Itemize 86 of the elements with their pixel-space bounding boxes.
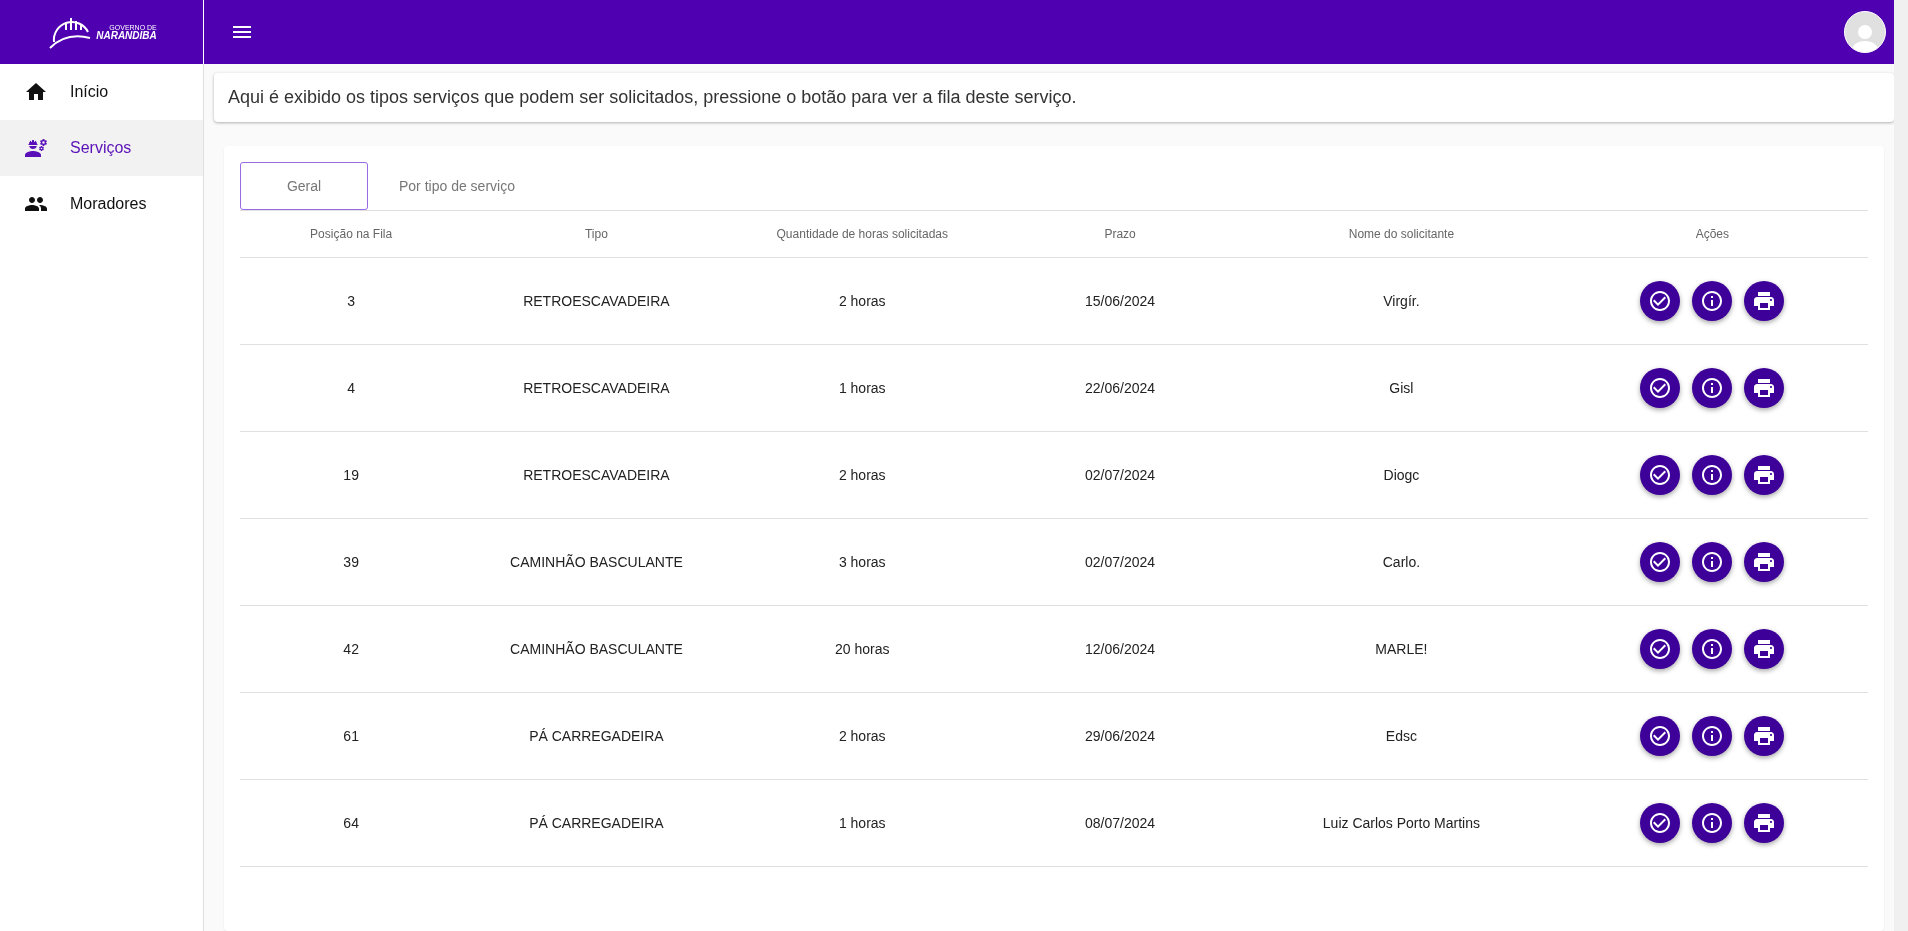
approve-button[interactable] (1640, 803, 1681, 843)
printer-icon (1752, 463, 1777, 487)
table-cell-text: Diogc (1382, 467, 1421, 483)
table-cell-text: 20 horas (834, 641, 891, 657)
table-cell-text: Edsc (1384, 728, 1418, 744)
logo-text: NARANDIBA (96, 30, 157, 41)
sidebar-label: Serviços (70, 139, 132, 157)
info-icon (1700, 376, 1725, 400)
table-cell-text: 29/06/2024 (1084, 728, 1157, 744)
table-cell-text: 1 horas (837, 815, 887, 831)
print-button[interactable] (1744, 455, 1785, 495)
table-cell-text: RETROESCAVADEIRA (522, 293, 671, 309)
table-cell-text: 61 (342, 728, 360, 744)
info-icon (1700, 724, 1725, 748)
approve-button[interactable] (1640, 629, 1681, 669)
scrollbar[interactable] (1894, 0, 1908, 931)
info-banner: Aqui é exibido os tipos serviços que podem ser solicitados, pressione o botão para ver a fila deste serviço. (214, 73, 1894, 122)
table-cell-text: 22/06/2024 (1084, 380, 1157, 396)
sidebar-label: Início (70, 83, 109, 101)
printer-icon (1752, 376, 1777, 400)
table-cell-text: 12/06/2024 (1084, 641, 1157, 657)
table-cell-text: RETROESCAVADEIRA (522, 380, 671, 396)
approve-button[interactable] (1640, 455, 1681, 495)
table-cell-text: 1 horas (837, 380, 887, 396)
info-icon (1700, 637, 1725, 661)
info-button[interactable] (1692, 542, 1733, 582)
table-cell-text: 2 horas (837, 293, 887, 309)
column-header: Posição na Fila (309, 227, 394, 241)
column-header: Quantidade de horas solicitadas (775, 227, 949, 241)
print-button[interactable] (1744, 629, 1785, 669)
info-icon (1700, 289, 1725, 313)
table-cell-text: MARLE! (1374, 641, 1429, 657)
table-cell-text: CAMINHÃO BASCULANTE (509, 641, 684, 657)
print-button[interactable] (1744, 542, 1785, 582)
table-cell-text: 3 (346, 293, 357, 309)
table-cell-text: 2 horas (837, 467, 887, 483)
table-cell-text: Carlo. (1381, 554, 1422, 570)
printer-icon (1752, 550, 1777, 574)
table-cell-text: CAMINHÃO BASCULANTE (509, 554, 684, 570)
column-header: Tipo (583, 227, 609, 241)
table-cell-text: 15/06/2024 (1084, 293, 1157, 309)
printer-icon (1752, 289, 1777, 313)
approve-button[interactable] (1640, 542, 1681, 582)
table-cell-text: PÁ CARREGADEIRA (528, 728, 665, 744)
table-cell-text: 39 (342, 554, 360, 570)
column-header: Prazo (1103, 227, 1137, 241)
info-button[interactable] (1692, 281, 1733, 321)
info-icon (1700, 550, 1725, 574)
approve-button[interactable] (1640, 716, 1681, 756)
table-cell-text: 19 (342, 467, 360, 483)
column-header: Nome do solicitante (1347, 227, 1456, 241)
tab[interactable]: Geral (240, 162, 368, 210)
print-button[interactable] (1744, 281, 1785, 321)
info-button[interactable] (1692, 716, 1733, 756)
column-header: Ações (1694, 227, 1730, 241)
table-cell-text: RETROESCAVADEIRA (522, 467, 671, 483)
info-button[interactable] (1692, 803, 1733, 843)
approve-button[interactable] (1640, 368, 1681, 408)
table-cell-text: 64 (342, 815, 360, 831)
table-cell-text: 42 (342, 641, 360, 657)
table-cell-text: Luiz Carlos Porto Martins (1321, 815, 1481, 831)
table-cell-text: Gisl (1388, 380, 1415, 396)
worker-icon (24, 136, 48, 160)
table-cell-text: 2 horas (837, 728, 887, 744)
printer-icon (1752, 811, 1777, 835)
printer-icon (1752, 724, 1777, 748)
print-button[interactable] (1744, 803, 1785, 843)
table-cell-text: Virgír. (1382, 293, 1421, 309)
table-cell-text: 02/07/2024 (1084, 467, 1157, 483)
table-cell-text: 4 (346, 380, 357, 396)
sidebar-item[interactable]: Serviços (0, 120, 203, 176)
sidebar-label: Moradores (70, 195, 147, 213)
info-button[interactable] (1692, 368, 1733, 408)
avatar[interactable] (1844, 11, 1886, 53)
table-cell-text: 08/07/2024 (1084, 815, 1157, 831)
printer-icon (1752, 637, 1777, 661)
info-button[interactable] (1692, 629, 1733, 669)
table-cell-text: PÁ CARREGADEIRA (528, 815, 665, 831)
info-icon (1700, 463, 1725, 487)
info-icon (1700, 811, 1725, 835)
table-cell-text: 02/07/2024 (1084, 554, 1157, 570)
approve-button[interactable] (1640, 281, 1681, 321)
table-cell-text: 3 horas (837, 554, 887, 570)
print-button[interactable] (1744, 716, 1785, 756)
info-button[interactable] (1692, 455, 1733, 495)
print-button[interactable] (1744, 368, 1785, 408)
